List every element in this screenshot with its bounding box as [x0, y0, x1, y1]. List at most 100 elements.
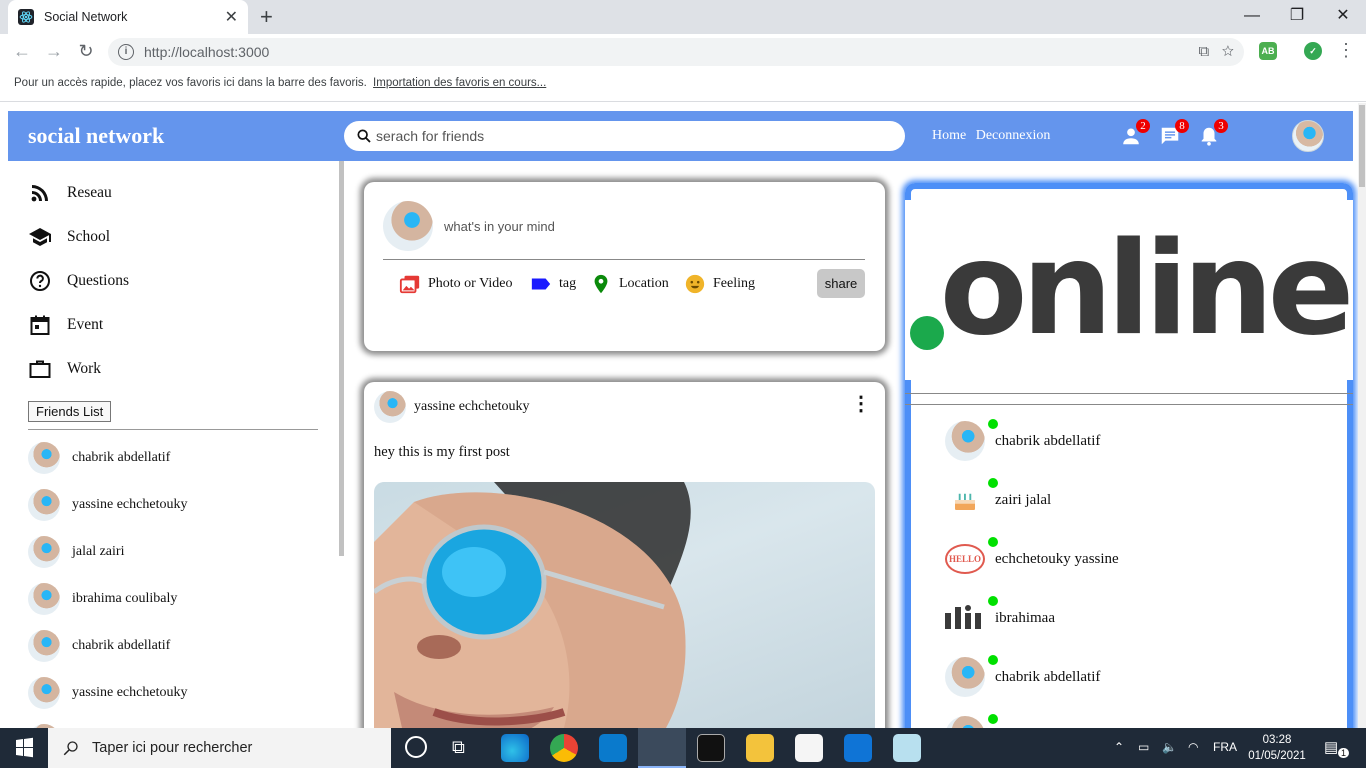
online-status-dot — [988, 596, 998, 606]
minimize-button[interactable]: — — [1229, 2, 1275, 30]
online-user-item[interactable]: zairi jalal — [945, 478, 1052, 520]
friend-search[interactable] — [344, 121, 905, 151]
cortana-icon[interactable] — [405, 736, 427, 758]
clock-date: 01/05/2021 — [1248, 750, 1306, 762]
vscode-icon[interactable] — [599, 734, 627, 762]
edge-icon[interactable] — [501, 734, 529, 762]
sidebar-item-reseau[interactable]: Reseau — [28, 181, 112, 205]
menu-dots-icon[interactable]: ⋮ — [1334, 40, 1358, 61]
restore-button[interactable]: ❐ — [1274, 2, 1320, 30]
tab-close-icon[interactable]: ✕ — [225, 7, 238, 27]
close-window-button[interactable]: ✕ — [1320, 2, 1366, 30]
friend-list-item[interactable]: ibrahima coulibaly — [28, 583, 177, 615]
sidebar-item-work[interactable]: Work — [28, 357, 101, 381]
sidebar-item-event[interactable]: Event — [28, 313, 103, 337]
location-option[interactable]: Location — [590, 273, 669, 295]
more-options-icon[interactable]: ⋮ — [851, 394, 871, 414]
translate-and-star-icons[interactable]: ⧉ ☆ — [1199, 43, 1234, 60]
browser-tab[interactable]: Social Network ✕ — [8, 0, 248, 34]
terminal-icon[interactable] — [697, 734, 725, 762]
friend-requests-button[interactable]: 2 — [1120, 119, 1150, 147]
language-indicator[interactable]: FRA — [1213, 740, 1237, 754]
volume-icon[interactable]: 🔈 — [1162, 740, 1177, 754]
file-explorer-icon[interactable] — [746, 734, 774, 762]
import-bookmarks-link[interactable]: Importation des favoris en cours... — [373, 77, 546, 89]
messages-button[interactable]: 8 — [1159, 119, 1189, 147]
reload-icon[interactable]: ↻ — [74, 41, 98, 62]
windows-taskbar: Taper ici pour rechercher ⧉ ⌃ ▭ 🔈 ◠ FRA … — [0, 728, 1366, 768]
shield-extension-icon[interactable]: ✓ — [1304, 42, 1322, 60]
share-button[interactable]: share — [817, 269, 865, 298]
avatar — [945, 421, 985, 461]
option-label: Location — [619, 276, 669, 291]
mail-icon[interactable] — [844, 734, 872, 762]
scrollbar-thumb[interactable] — [1359, 105, 1365, 187]
friend-name: chabrik abdellatif — [72, 638, 171, 653]
task-view-icon[interactable]: ⧉ — [452, 737, 465, 758]
back-arrow-icon[interactable]: ← — [10, 41, 34, 62]
tag-option[interactable]: tag — [530, 273, 576, 295]
network-icon[interactable]: ◠ — [1188, 740, 1198, 754]
home-link[interactable]: Home — [932, 128, 966, 143]
clock[interactable]: 03:28 01/05/2021 — [1242, 732, 1312, 764]
taskbar-search-placeholder: Taper ici pour rechercher — [92, 740, 253, 756]
friends-list-button[interactable]: Friends List — [28, 401, 112, 422]
logout-link[interactable]: Deconnexion — [976, 128, 1051, 143]
label-icon — [531, 278, 551, 290]
brand-logo[interactable]: social network — [28, 123, 164, 149]
online-user-name: zairi jalal — [995, 491, 1052, 508]
online-status-dot — [988, 478, 998, 488]
online-user-item[interactable] — [945, 714, 998, 728]
post-author-avatar[interactable] — [374, 391, 418, 423]
profile-avatar[interactable] — [1292, 120, 1324, 152]
sidebar-item-label: Work — [67, 360, 102, 377]
address-bar[interactable]: i http://localhost:3000 ⧉ ☆ — [108, 38, 1244, 66]
taskbar-search[interactable]: Taper ici pour rechercher — [48, 728, 391, 768]
friend-list-item[interactable]: yassine echchetouky — [28, 489, 187, 521]
notification-center-icon[interactable]: ▤ — [1324, 738, 1338, 756]
online-user-item[interactable]: ibrahimaa — [945, 596, 1055, 638]
post-photo — [374, 482, 875, 728]
online-logo-thumb-icon — [945, 605, 981, 629]
adblock-extension-icon[interactable]: AB — [1259, 42, 1277, 60]
portrait-photo-image — [374, 482, 691, 728]
online-divider — [905, 404, 1353, 405]
friend-name: yassine echchetouky — [72, 685, 188, 700]
tray-chevron-icon[interactable]: ⌃ — [1114, 740, 1124, 754]
online-user-item[interactable]: chabrik abdellatif — [945, 655, 1100, 697]
site-info-icon[interactable]: i — [118, 44, 134, 60]
friends-divider — [28, 429, 318, 430]
search-input[interactable] — [376, 128, 905, 144]
new-tab-button[interactable]: + — [260, 4, 273, 30]
sidebar-item-questions[interactable]: Questions — [28, 269, 129, 293]
calendar-icon — [30, 315, 50, 335]
chrome-icon[interactable] — [550, 734, 578, 762]
chrome-active-icon[interactable] — [638, 728, 686, 768]
page-scrollbar[interactable] — [1358, 103, 1366, 728]
sidebar-scrollbar[interactable] — [339, 161, 344, 556]
avatar — [28, 536, 60, 568]
app-icon[interactable] — [893, 734, 921, 762]
friend-list-item[interactable]: jalal zairi — [28, 536, 124, 568]
photo-icon — [399, 275, 420, 294]
notifications-button[interactable]: 3 — [1198, 119, 1228, 147]
feeling-option[interactable]: Feeling — [684, 273, 755, 295]
friend-list-item[interactable]: yassine echchetouky — [28, 677, 187, 709]
composer-input[interactable]: what's in your mind — [444, 219, 555, 234]
online-user-item[interactable]: HELLO echchetouky yassine — [945, 537, 1119, 579]
friend-list-item[interactable]: chabrik abdellatif — [28, 442, 170, 474]
forward-arrow-icon[interactable]: → — [42, 41, 66, 62]
start-button[interactable] — [0, 728, 48, 768]
battery-icon[interactable]: ▭ — [1138, 740, 1149, 754]
friend-list-item[interactable]: chabrik abdellatif — [28, 630, 170, 662]
online-user-item[interactable]: chabrik abdellatif — [945, 419, 1100, 461]
messages-badge: 8 — [1175, 119, 1189, 133]
store-icon[interactable] — [795, 734, 823, 762]
browser-tabstrip: Social Network ✕ + — ❐ ✕ — [0, 0, 1366, 34]
post-author[interactable]: yassine echchetouky — [414, 399, 529, 415]
sidebar-item-school[interactable]: School — [28, 225, 110, 249]
friend-name: ibrahima coulibaly — [72, 591, 178, 606]
avatar — [945, 716, 985, 728]
photo-video-option[interactable]: Photo or Video — [399, 273, 512, 295]
hello-avatar-icon: HELLO — [945, 539, 985, 579]
